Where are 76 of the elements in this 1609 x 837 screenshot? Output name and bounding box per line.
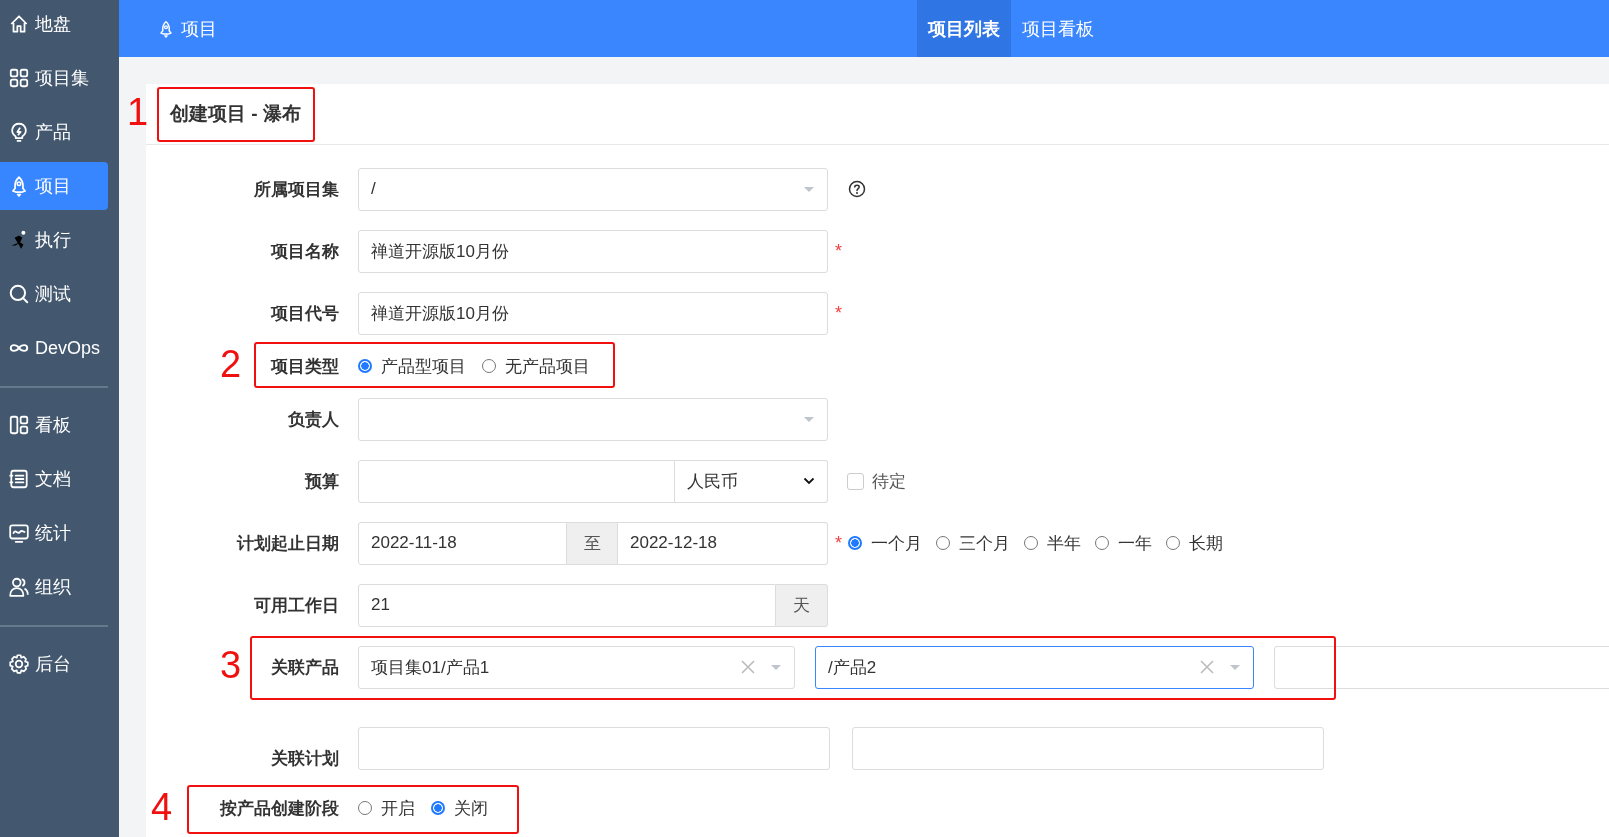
annotation-number: 1 (127, 90, 149, 135)
product-select[interactable]: /产品2 (815, 645, 1254, 689)
field-label: 项目类型 (271, 356, 339, 376)
radio-option[interactable]: 开启 (358, 796, 415, 820)
sidebar-item[interactable]: 项目 (0, 162, 108, 210)
caret-icon (803, 185, 815, 193)
field-label: 所属项目集 (254, 179, 339, 199)
grid-icon (8, 67, 30, 89)
caret-icon (770, 663, 782, 671)
sidebar-item[interactable]: 测试 (0, 270, 108, 318)
field-label: 计划起止日期 (237, 533, 339, 553)
sidebar-item[interactable]: 看板 (0, 401, 108, 449)
unit-label: 天 (776, 583, 828, 627)
select-field[interactable]: / (358, 167, 828, 211)
text-field[interactable]: 禅道开源版10月份 (358, 291, 828, 335)
product-select[interactable] (1273, 645, 1609, 689)
gear-icon (8, 653, 30, 675)
caret-icon (803, 415, 815, 423)
required-mark: * (835, 532, 842, 554)
field-label: 负责人 (288, 409, 339, 429)
required-mark: * (835, 240, 842, 262)
plan-field[interactable] (358, 726, 830, 770)
workdays-field[interactable]: 21 (358, 583, 776, 627)
list-document-icon (8, 468, 30, 490)
field-label: 预算 (305, 471, 339, 491)
product-select[interactable]: 项目集01/产品1 (358, 645, 795, 689)
radio-option[interactable]: 半年 (1024, 531, 1081, 555)
tab[interactable]: 项目列表 (917, 0, 1011, 57)
field-label: 按产品创建阶段 (220, 798, 339, 818)
sidebar-item[interactable]: 组织 (0, 563, 108, 611)
sidebar-item[interactable]: 文档 (0, 455, 108, 503)
clear-icon[interactable] (1198, 659, 1215, 675)
radio-option[interactable]: 无产品项目 (482, 354, 590, 378)
radio-option[interactable]: 长期 (1166, 531, 1223, 555)
sidebar-item[interactable]: 项目集 (0, 54, 108, 102)
budget-field[interactable] (358, 459, 675, 503)
page-title: 项目 (181, 17, 217, 41)
radio-option[interactable]: 产品型项目 (358, 354, 466, 378)
field-label: 项目代号 (271, 303, 339, 323)
lightbulb-icon (8, 121, 30, 143)
search-icon (8, 283, 30, 305)
caret-icon (1228, 663, 1241, 671)
chevron-icon (803, 477, 815, 485)
people-icon (8, 576, 30, 598)
home-icon (8, 13, 30, 35)
card-title: 创建项目 - 瀑布 (170, 102, 301, 126)
annotation-number: 2 (220, 342, 242, 387)
field-label: 项目名称 (271, 241, 339, 261)
radio-option[interactable]: 一年 (1095, 531, 1152, 555)
radio-option[interactable]: 一个月 (848, 531, 922, 555)
radio-option[interactable]: 关闭 (431, 796, 488, 820)
annotation-number: 4 (151, 785, 173, 830)
sidebar-item[interactable]: DevOps (0, 324, 108, 372)
monitor-icon (8, 522, 30, 544)
annotation-number: 3 (220, 643, 242, 688)
field-label: 可用工作日 (254, 595, 339, 615)
range-separator: 至 (567, 521, 618, 565)
select-field[interactable] (358, 397, 828, 441)
sidebar-item[interactable]: 统计 (0, 509, 108, 557)
radio-option[interactable]: 三个月 (936, 531, 1010, 555)
clear-icon[interactable] (740, 659, 756, 675)
sidebar-item[interactable]: 执行 (0, 216, 108, 264)
sidebar-item[interactable]: 后台 (0, 640, 108, 688)
help-icon[interactable] (848, 180, 866, 198)
text-field[interactable]: 禅道开源版10月份 (358, 229, 828, 273)
sidebar-item[interactable]: 地盘 (0, 0, 108, 48)
plan-field[interactable] (852, 726, 1324, 770)
field-label: 关联计划 (271, 749, 339, 768)
start-date-field[interactable]: 2022-11-18 (358, 521, 567, 565)
end-date-field[interactable]: 2022-12-18 (618, 521, 828, 565)
required-mark: * (835, 302, 842, 324)
field-label: 关联产品 (271, 657, 339, 677)
pending-checkbox[interactable]: 待定 (847, 469, 906, 493)
sidebar-item[interactable]: 产品 (0, 108, 108, 156)
board-icon (8, 414, 30, 436)
currency-select[interactable]: 人民币 (675, 459, 828, 503)
